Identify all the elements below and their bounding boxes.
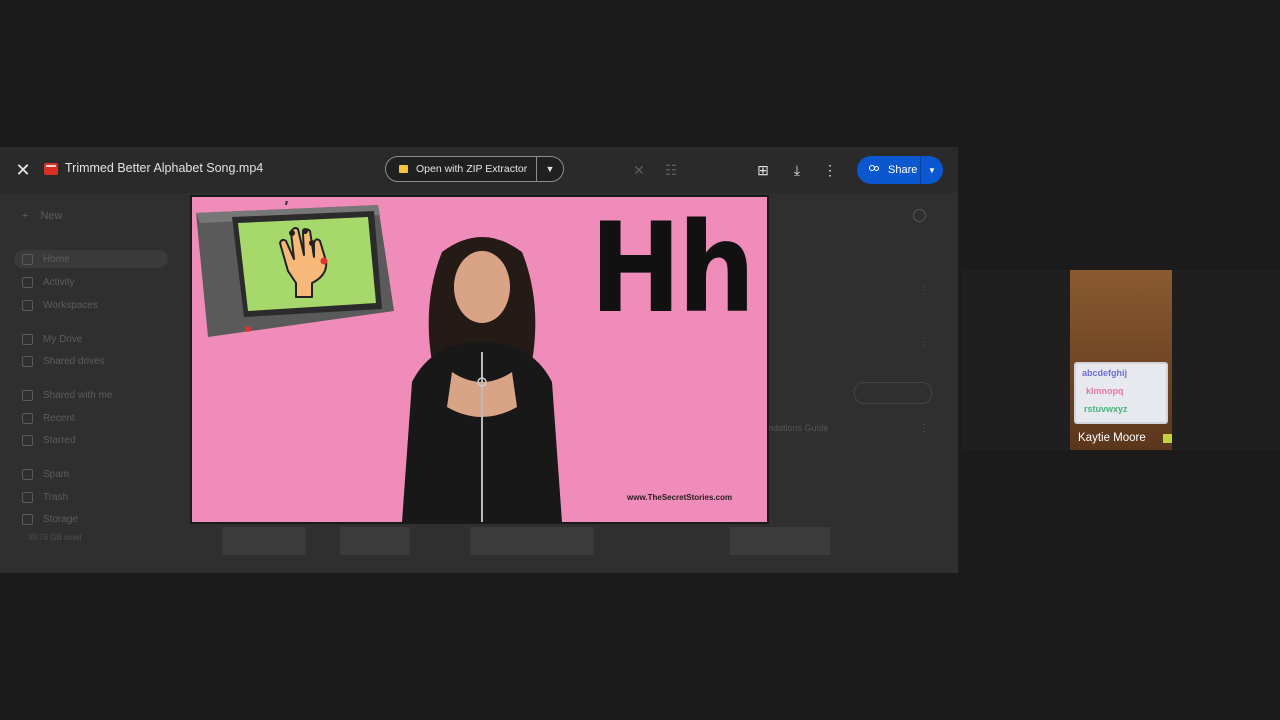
file-thumbnail[interactable]	[470, 527, 594, 555]
more-icon[interactable]: ⋮	[919, 285, 929, 296]
trash-icon	[22, 491, 33, 503]
presenter-figure	[402, 237, 562, 522]
more-icon[interactable]: ⋮	[919, 423, 929, 434]
add-comment-icon[interactable]: ⊞	[754, 161, 772, 179]
sidebar-item-shared-with-me[interactable]: Shared with me	[22, 386, 112, 404]
spam-icon	[22, 468, 33, 480]
open-with-label: Open with ZIP Extractor	[416, 163, 528, 175]
file-title: Trimmed Better Alphabet Song.mp4	[65, 161, 264, 175]
participant-video: abcdefghij klmnopq rstuvwxyz	[1070, 270, 1172, 450]
chevron-down-icon[interactable]: ▼	[921, 166, 943, 175]
tune-icon[interactable]: ☷	[662, 161, 680, 179]
view-toggle[interactable]	[854, 382, 932, 404]
alphabet-board: abcdefghij klmnopq rstuvwxyz	[1074, 362, 1168, 424]
shared-drives-icon	[22, 355, 33, 367]
activity-icon	[22, 276, 33, 288]
share-label: Share	[888, 164, 918, 176]
video-watermark: www.TheSecretStories.com	[627, 493, 733, 502]
star-icon	[22, 434, 33, 446]
sidebar-item-my-drive[interactable]: My Drive	[22, 330, 82, 348]
file-thumbnail[interactable]	[222, 527, 306, 555]
participant-name: Kaytie Moore	[1078, 432, 1146, 444]
sidebar-item-workspaces[interactable]: Workspaces	[22, 296, 98, 314]
file-name-partial: ndations Guide	[768, 423, 829, 433]
sidebar-item-shared-drives[interactable]: Shared drives	[22, 352, 105, 370]
participant-tile[interactable]: abcdefghij klmnopq rstuvwxyz	[962, 270, 1280, 450]
sidebar-item-activity[interactable]: Activity	[22, 273, 75, 291]
info-icon[interactable]	[913, 209, 926, 222]
people-icon	[22, 389, 33, 401]
storage-usage: 30.76 GB used	[28, 533, 82, 542]
tv-illustration	[196, 201, 394, 337]
new-button[interactable]: + New	[22, 210, 62, 222]
viewer-toolbar: ✕ Trimmed Better Alphabet Song.mp4 Open …	[0, 147, 958, 193]
video-file-icon	[44, 163, 58, 175]
file-thumbnail[interactable]	[340, 527, 410, 555]
cloud-icon	[22, 513, 33, 525]
open-with-button[interactable]: Open with ZIP Extractor ▼	[385, 156, 564, 182]
sidebar-item-recent[interactable]: Recent	[22, 409, 75, 427]
drive-icon	[22, 333, 33, 345]
clock-icon	[22, 412, 33, 424]
workspaces-icon	[22, 299, 33, 311]
video-player[interactable]: Hh www.TheSecretStories.com	[192, 197, 767, 522]
close-icon[interactable]: ✕	[630, 161, 648, 179]
sidebar-item-spam[interactable]: Spam	[22, 465, 69, 483]
file-thumbnail[interactable]	[730, 527, 830, 555]
chevron-down-icon[interactable]: ▼	[537, 164, 563, 174]
people-icon	[869, 165, 882, 175]
audio-indicator-icon	[1163, 434, 1172, 443]
more-icon[interactable]: ⋮	[821, 161, 839, 179]
sidebar-item-trash[interactable]: Trash	[22, 488, 68, 506]
sidebar-item-starred[interactable]: Starred	[22, 431, 76, 449]
alphabet-letters: Hh	[590, 197, 755, 341]
sidebar-item-home[interactable]: Home	[14, 250, 168, 268]
zip-extractor-icon	[399, 165, 408, 173]
home-icon	[22, 253, 33, 265]
drive-sidebar: + New Home Activity Workspaces My Drive S…	[0, 202, 180, 573]
more-icon[interactable]: ⋮	[919, 337, 929, 348]
shared-screen: + New Home Activity Workspaces My Drive S…	[0, 147, 958, 573]
sidebar-item-storage[interactable]: Storage	[22, 510, 78, 528]
download-icon[interactable]: ⤓	[788, 161, 806, 179]
plus-icon: +	[22, 210, 29, 222]
share-button[interactable]: Share ▼	[857, 156, 943, 184]
close-icon[interactable]: ✕	[14, 161, 32, 179]
